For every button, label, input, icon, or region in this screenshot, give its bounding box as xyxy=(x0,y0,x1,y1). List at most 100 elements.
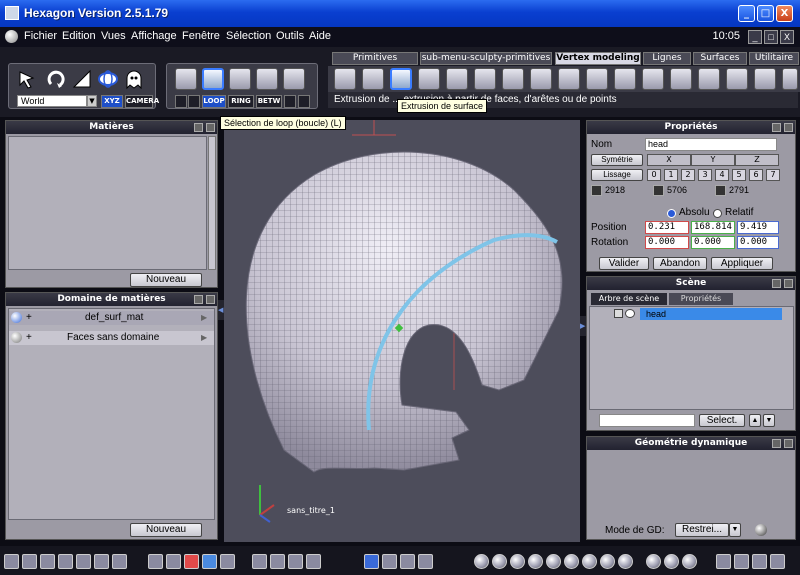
view-layout-4-icon[interactable] xyxy=(58,554,73,569)
mirror-tool-icon[interactable] xyxy=(754,68,776,90)
chevron-down-icon[interactable]: ▼ xyxy=(729,523,741,537)
weld-tool-icon[interactable] xyxy=(558,68,580,90)
lissage-level-7[interactable]: 7 xyxy=(766,169,780,181)
rotation-x-field[interactable]: 0.000 xyxy=(645,236,689,249)
between-button[interactable]: BETW xyxy=(256,95,282,108)
split-tool-icon[interactable] xyxy=(474,68,496,90)
position-y-field[interactable]: 168.814 xyxy=(691,221,735,234)
view-layout-2-icon[interactable] xyxy=(22,554,37,569)
material-sphere-1-icon[interactable] xyxy=(646,554,661,569)
list-item[interactable]: + Faces sans domaine ▶ xyxy=(9,331,214,345)
list-item[interactable]: + def_surf_mat ▶ xyxy=(9,311,214,325)
lissage-level-6[interactable]: 6 xyxy=(749,169,763,181)
xyz-button[interactable]: XYZ xyxy=(101,95,123,108)
rotation-z-field[interactable]: 0.000 xyxy=(737,236,779,249)
coord-space-select[interactable]: World xyxy=(17,95,87,107)
lissage-level-5[interactable]: 5 xyxy=(732,169,746,181)
menu-edition[interactable]: Edition xyxy=(62,30,96,42)
expand-icon[interactable]: + xyxy=(26,331,32,345)
mdi-minimize-button[interactable]: _ xyxy=(748,30,762,44)
panel-close-icon[interactable] xyxy=(784,279,793,288)
menu-outils[interactable]: Outils xyxy=(276,30,304,42)
gd-sphere-icon[interactable] xyxy=(755,524,767,536)
tab-surfaces[interactable]: Surfaces xyxy=(693,52,747,65)
render-sphere-icon[interactable] xyxy=(582,554,597,569)
menu-fichier[interactable]: Fichier xyxy=(24,30,57,42)
material-sphere-3-icon[interactable] xyxy=(682,554,697,569)
eye-icon[interactable] xyxy=(625,309,635,318)
snap-edge-icon[interactable] xyxy=(220,554,235,569)
symetrie-button[interactable]: Symétrie xyxy=(591,154,643,166)
loop-button[interactable]: LOOP xyxy=(202,95,226,108)
lasso-select-icon[interactable] xyxy=(188,95,200,108)
symmetry-y-button[interactable]: Y xyxy=(691,154,735,166)
light-icon[interactable] xyxy=(166,554,181,569)
chevron-right-icon[interactable]: ▶ xyxy=(201,331,207,345)
mdi-close-button[interactable]: X xyxy=(780,30,794,44)
menu-selection[interactable]: Sélection xyxy=(226,30,271,42)
view-layout-1-icon[interactable] xyxy=(4,554,19,569)
tab-arbre-de-scene[interactable]: Arbre de scène xyxy=(591,293,667,305)
left-splitter-icon[interactable]: ◀ xyxy=(218,300,224,320)
axis-tool-1-icon[interactable] xyxy=(382,554,397,569)
wireframe-sphere-icon[interactable] xyxy=(474,554,489,569)
absolu-radio[interactable] xyxy=(667,209,676,218)
position-x-field[interactable]: 0.231 xyxy=(645,221,689,234)
grow-select-icon[interactable] xyxy=(284,95,296,108)
grid-icon[interactable] xyxy=(148,554,163,569)
menu-affichage[interactable]: Affichage xyxy=(131,30,177,42)
lathe-tool-icon[interactable] xyxy=(670,68,692,90)
more-tools-icon[interactable] xyxy=(782,68,798,90)
lock-icon[interactable] xyxy=(614,309,623,318)
panel-pin-icon[interactable] xyxy=(772,439,781,448)
view-layout-5-icon[interactable] xyxy=(76,554,91,569)
scene-item-head[interactable]: head xyxy=(640,308,782,320)
camera-view-icon[interactable] xyxy=(752,554,767,569)
panel-close-icon[interactable] xyxy=(206,295,215,304)
nom-field[interactable]: head xyxy=(645,138,777,151)
lissage-button[interactable]: Lissage xyxy=(591,169,643,181)
camera-button[interactable]: CAMERA xyxy=(125,95,159,108)
panel-pin-icon[interactable] xyxy=(194,123,203,132)
symmetry-z-button[interactable]: Z xyxy=(735,154,779,166)
view-layout-3-icon[interactable] xyxy=(40,554,55,569)
position-z-field[interactable]: 9.419 xyxy=(737,221,779,234)
scene-select-button[interactable]: Select. xyxy=(699,414,745,427)
select-faces-icon[interactable] xyxy=(229,68,251,90)
matieres-list[interactable] xyxy=(8,136,207,270)
select-arrow-icon[interactable] xyxy=(17,68,39,90)
zoom-icon[interactable] xyxy=(252,554,267,569)
smooth-tool-icon[interactable] xyxy=(698,68,720,90)
cut-tool-icon[interactable] xyxy=(530,68,552,90)
view-layout-6-icon[interactable] xyxy=(94,554,109,569)
shaded-sphere-icon[interactable] xyxy=(546,554,561,569)
menu-fenetre[interactable]: Fenêtre xyxy=(182,30,220,42)
textured-sphere-icon[interactable] xyxy=(564,554,579,569)
lissage-level-2[interactable]: 2 xyxy=(681,169,695,181)
brush-select-icon[interactable] xyxy=(175,95,187,108)
select-edges-icon[interactable] xyxy=(202,68,224,90)
white-sphere-icon[interactable] xyxy=(618,554,633,569)
fill-tool-icon[interactable] xyxy=(614,68,636,90)
surface-extrusion-icon[interactable] xyxy=(390,68,412,90)
chevron-down-icon[interactable]: ▼ xyxy=(87,95,97,107)
gd-mode-select[interactable]: Restrei... xyxy=(675,523,729,537)
valider-button[interactable]: Valider xyxy=(599,257,649,270)
boolean-tool-icon[interactable] xyxy=(726,68,748,90)
light-sphere-icon[interactable] xyxy=(600,554,615,569)
select-points-icon[interactable] xyxy=(175,68,197,90)
lissage-level-0[interactable]: 0 xyxy=(647,169,661,181)
appliquer-button[interactable]: Appliquer xyxy=(711,257,773,270)
tube-tool-icon[interactable] xyxy=(418,68,440,90)
panel-pin-icon[interactable] xyxy=(772,123,781,132)
tab-sculpty-primitives[interactable]: sub-menu-sculpty-primitives xyxy=(420,52,552,65)
panel-pin-icon[interactable] xyxy=(772,279,781,288)
rotation-y-field[interactable]: 0.000 xyxy=(691,236,735,249)
tab-scene-proprietes[interactable]: Propriétés xyxy=(669,293,733,305)
close-button[interactable]: X xyxy=(776,5,793,22)
axis-tool-3-icon[interactable] xyxy=(418,554,433,569)
snap-point-icon[interactable] xyxy=(202,554,217,569)
tab-vertex-modeling[interactable]: Vertex modeling xyxy=(555,52,641,65)
maximize-button[interactable]: □ xyxy=(757,5,774,22)
menu-vues[interactable]: Vues xyxy=(101,30,126,42)
